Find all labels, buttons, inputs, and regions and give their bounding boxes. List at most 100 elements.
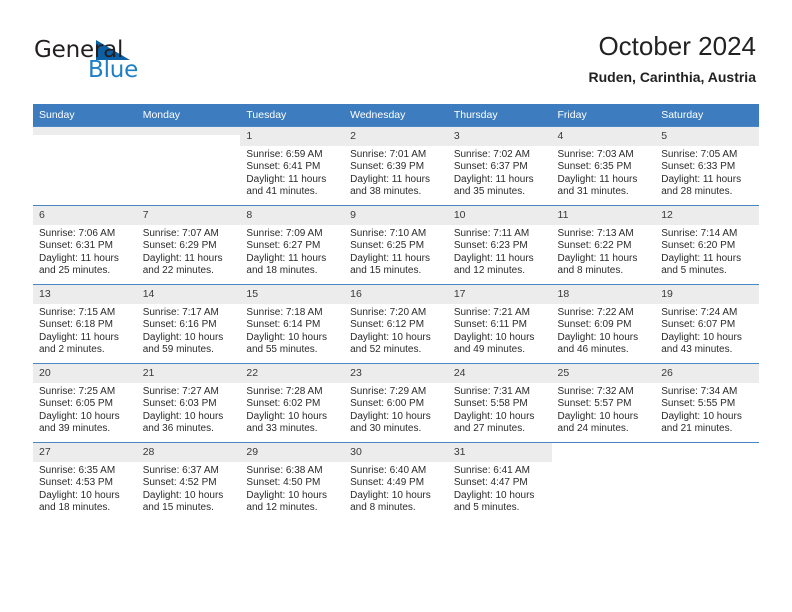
day-cell[interactable]: 17 Sunrise: 7:21 AM Sunset: 6:11 PM Dayl…	[447, 285, 552, 363]
calendar-cell[interactable]	[655, 442, 759, 521]
day-cell[interactable]: 31 Sunrise: 6:41 AM Sunset: 4:47 PM Dayl…	[447, 443, 552, 521]
sunrise-line: Sunrise: 7:07 AM	[142, 228, 219, 239]
page-subtitle: Ruden, Carinthia, Austria	[588, 69, 756, 85]
day-number: 14	[136, 285, 241, 304]
sunrise-line: Sunrise: 6:59 AM	[246, 149, 323, 160]
calendar-cell[interactable]: 23 Sunrise: 7:29 AM Sunset: 6:00 PM Dayl…	[344, 363, 448, 443]
day-cell[interactable]: 22 Sunrise: 7:28 AM Sunset: 6:02 PM Dayl…	[240, 364, 345, 442]
sunrise-line: Sunrise: 7:18 AM	[246, 307, 323, 318]
calendar-cell[interactable]: 13 Sunrise: 7:15 AM Sunset: 6:18 PM Dayl…	[33, 284, 137, 364]
day-number: 18	[551, 285, 656, 304]
calendar-cell[interactable]: 7 Sunrise: 7:07 AM Sunset: 6:29 PM Dayli…	[136, 205, 241, 285]
calendar-cell[interactable]: 21 Sunrise: 7:27 AM Sunset: 6:03 PM Dayl…	[136, 363, 241, 443]
day-cell[interactable]: 29 Sunrise: 6:38 AM Sunset: 4:50 PM Dayl…	[240, 443, 345, 521]
daylight-line-1: Daylight: 10 hours	[350, 489, 431, 501]
calendar-cell[interactable]: 3 Sunrise: 7:02 AM Sunset: 6:37 PM Dayli…	[447, 126, 552, 206]
day-cell[interactable]: 27 Sunrise: 6:35 AM Sunset: 4:53 PM Dayl…	[33, 443, 137, 521]
day-cell[interactable]: 13 Sunrise: 7:15 AM Sunset: 6:18 PM Dayl…	[33, 285, 137, 363]
day-cell[interactable]: 30 Sunrise: 6:40 AM Sunset: 4:49 PM Dayl…	[344, 443, 448, 521]
day-cell[interactable]: 26 Sunrise: 7:34 AM Sunset: 5:55 PM Dayl…	[655, 364, 759, 442]
day-cell[interactable]: 23 Sunrise: 7:29 AM Sunset: 6:00 PM Dayl…	[344, 364, 448, 442]
calendar-cell[interactable]: 27 Sunrise: 6:35 AM Sunset: 4:53 PM Dayl…	[33, 442, 137, 521]
calendar-week-row: 13 Sunrise: 7:15 AM Sunset: 6:18 PM Dayl…	[33, 284, 759, 364]
day-cell[interactable]: 15 Sunrise: 7:18 AM Sunset: 6:14 PM Dayl…	[240, 285, 345, 363]
calendar-cell[interactable]	[33, 126, 137, 206]
daylight-line-2: and 15 minutes.	[142, 502, 214, 514]
calendar-cell[interactable]: 26 Sunrise: 7:34 AM Sunset: 5:55 PM Dayl…	[655, 363, 759, 443]
calendar-cell[interactable]: 31 Sunrise: 6:41 AM Sunset: 4:47 PM Dayl…	[447, 442, 552, 521]
day-cell[interactable]: 19 Sunrise: 7:24 AM Sunset: 6:07 PM Dayl…	[655, 285, 759, 363]
day-cell[interactable]: 24 Sunrise: 7:31 AM Sunset: 5:58 PM Dayl…	[447, 364, 552, 442]
sunset-line: Sunset: 5:57 PM	[557, 398, 632, 410]
calendar-cell[interactable]	[136, 126, 241, 206]
calendar-cell[interactable]: 22 Sunrise: 7:28 AM Sunset: 6:02 PM Dayl…	[240, 363, 345, 443]
calendar-cell[interactable]: 20 Sunrise: 7:25 AM Sunset: 6:05 PM Dayl…	[33, 363, 137, 443]
day-cell[interactable]: 25 Sunrise: 7:32 AM Sunset: 5:57 PM Dayl…	[551, 364, 656, 442]
daylight-line-1: Daylight: 11 hours	[39, 331, 119, 343]
calendar-cell[interactable]: 18 Sunrise: 7:22 AM Sunset: 6:09 PM Dayl…	[551, 284, 656, 364]
daylight-line-2: and 25 minutes.	[39, 265, 111, 277]
calendar-cell[interactable]: 1 Sunrise: 6:59 AM Sunset: 6:41 PM Dayli…	[240, 126, 345, 206]
calendar-cell[interactable]: 14 Sunrise: 7:17 AM Sunset: 6:16 PM Dayl…	[136, 284, 241, 364]
sunrise-line: Sunrise: 6:41 AM	[453, 465, 530, 476]
day-cell[interactable]: 14 Sunrise: 7:17 AM Sunset: 6:16 PM Dayl…	[136, 285, 241, 363]
calendar-cell[interactable]: 8 Sunrise: 7:09 AM Sunset: 6:27 PM Dayli…	[240, 205, 345, 285]
general-blue-logo: General Blue	[34, 38, 164, 84]
calendar-cell[interactable]: 2 Sunrise: 7:01 AM Sunset: 6:39 PM Dayli…	[344, 126, 448, 206]
calendar-cell[interactable]: 29 Sunrise: 6:38 AM Sunset: 4:50 PM Dayl…	[240, 442, 345, 521]
day-cell[interactable]: 9 Sunrise: 7:10 AM Sunset: 6:25 PM Dayli…	[344, 206, 448, 284]
calendar-cell[interactable]: 10 Sunrise: 7:11 AM Sunset: 6:23 PM Dayl…	[447, 205, 552, 285]
day-number: 24	[447, 364, 552, 383]
daylight-line-1: Daylight: 11 hours	[246, 252, 327, 264]
calendar-cell[interactable]: 19 Sunrise: 7:24 AM Sunset: 6:07 PM Dayl…	[655, 284, 759, 364]
daylight-line-1: Daylight: 10 hours	[453, 410, 535, 422]
daylight-line-2: and 38 minutes.	[350, 186, 422, 198]
day-cell[interactable]: 28 Sunrise: 6:37 AM Sunset: 4:52 PM Dayl…	[136, 443, 241, 521]
calendar-cell[interactable]: 24 Sunrise: 7:31 AM Sunset: 5:58 PM Dayl…	[447, 363, 552, 443]
day-info: Sunrise: 7:32 AM Sunset: 5:57 PM Dayligh…	[552, 383, 656, 436]
day-cell[interactable]: 10 Sunrise: 7:11 AM Sunset: 6:23 PM Dayl…	[447, 206, 552, 284]
day-cell[interactable]	[136, 127, 241, 205]
day-cell[interactable]: 21 Sunrise: 7:27 AM Sunset: 6:03 PM Dayl…	[136, 364, 241, 442]
calendar-cell[interactable]: 28 Sunrise: 6:37 AM Sunset: 4:52 PM Dayl…	[136, 442, 241, 521]
weekday-header-saturday: Saturday	[655, 104, 759, 127]
day-cell[interactable]: 3 Sunrise: 7:02 AM Sunset: 6:37 PM Dayli…	[447, 127, 552, 205]
daylight-line-2: and 33 minutes.	[246, 423, 318, 435]
calendar-cell[interactable]: 25 Sunrise: 7:32 AM Sunset: 5:57 PM Dayl…	[551, 363, 656, 443]
calendar-cell[interactable]: 15 Sunrise: 7:18 AM Sunset: 6:14 PM Dayl…	[240, 284, 345, 364]
day-cell[interactable]: 2 Sunrise: 7:01 AM Sunset: 6:39 PM Dayli…	[344, 127, 448, 205]
calendar-cell[interactable]: 12 Sunrise: 7:14 AM Sunset: 6:20 PM Dayl…	[655, 205, 759, 285]
calendar-cell[interactable]: 6 Sunrise: 7:06 AM Sunset: 6:31 PM Dayli…	[33, 205, 137, 285]
day-cell[interactable]: 16 Sunrise: 7:20 AM Sunset: 6:12 PM Dayl…	[344, 285, 448, 363]
calendar-cell[interactable]: 17 Sunrise: 7:21 AM Sunset: 6:11 PM Dayl…	[447, 284, 552, 364]
daylight-line-1: Daylight: 10 hours	[39, 489, 120, 501]
day-cell[interactable]	[655, 443, 759, 521]
calendar-cell[interactable]: 16 Sunrise: 7:20 AM Sunset: 6:12 PM Dayl…	[344, 284, 448, 364]
calendar-cell[interactable]: 30 Sunrise: 6:40 AM Sunset: 4:49 PM Dayl…	[344, 442, 448, 521]
day-info: Sunrise: 7:14 AM Sunset: 6:20 PM Dayligh…	[655, 225, 759, 278]
calendar-cell[interactable]: 5 Sunrise: 7:05 AM Sunset: 6:33 PM Dayli…	[655, 126, 759, 206]
day-cell[interactable]	[33, 127, 137, 205]
daylight-line-2: and 12 minutes.	[453, 265, 525, 277]
day-cell[interactable]: 11 Sunrise: 7:13 AM Sunset: 6:22 PM Dayl…	[551, 206, 656, 284]
day-cell[interactable]: 20 Sunrise: 7:25 AM Sunset: 6:05 PM Dayl…	[33, 364, 137, 442]
day-info: Sunrise: 7:18 AM Sunset: 6:14 PM Dayligh…	[240, 304, 344, 357]
calendar-cell[interactable]: 4 Sunrise: 7:03 AM Sunset: 6:35 PM Dayli…	[551, 126, 656, 206]
day-cell[interactable]: 6 Sunrise: 7:06 AM Sunset: 6:31 PM Dayli…	[33, 206, 137, 284]
daylight-line-1: Daylight: 11 hours	[557, 252, 638, 264]
day-cell[interactable]: 7 Sunrise: 7:07 AM Sunset: 6:29 PM Dayli…	[136, 206, 241, 284]
day-cell[interactable]: 8 Sunrise: 7:09 AM Sunset: 6:27 PM Dayli…	[240, 206, 345, 284]
day-cell[interactable]: 4 Sunrise: 7:03 AM Sunset: 6:35 PM Dayli…	[551, 127, 656, 205]
day-cell[interactable]: 1 Sunrise: 6:59 AM Sunset: 6:41 PM Dayli…	[240, 127, 345, 205]
day-cell[interactable]: 5 Sunrise: 7:05 AM Sunset: 6:33 PM Dayli…	[655, 127, 759, 205]
day-cell[interactable]: 18 Sunrise: 7:22 AM Sunset: 6:09 PM Dayl…	[551, 285, 656, 363]
daylight-line-1: Daylight: 10 hours	[246, 489, 328, 501]
day-cell[interactable]: 12 Sunrise: 7:14 AM Sunset: 6:20 PM Dayl…	[655, 206, 759, 284]
day-info: Sunrise: 6:59 AM Sunset: 6:41 PM Dayligh…	[240, 146, 344, 199]
calendar-cell[interactable]	[551, 442, 656, 521]
calendar-cell[interactable]: 11 Sunrise: 7:13 AM Sunset: 6:22 PM Dayl…	[551, 205, 656, 285]
calendar-cell[interactable]: 9 Sunrise: 7:10 AM Sunset: 6:25 PM Dayli…	[344, 205, 448, 285]
day-cell[interactable]	[551, 443, 656, 521]
day-number: 15	[240, 285, 345, 304]
weekday-header-tuesday: Tuesday	[240, 104, 345, 127]
